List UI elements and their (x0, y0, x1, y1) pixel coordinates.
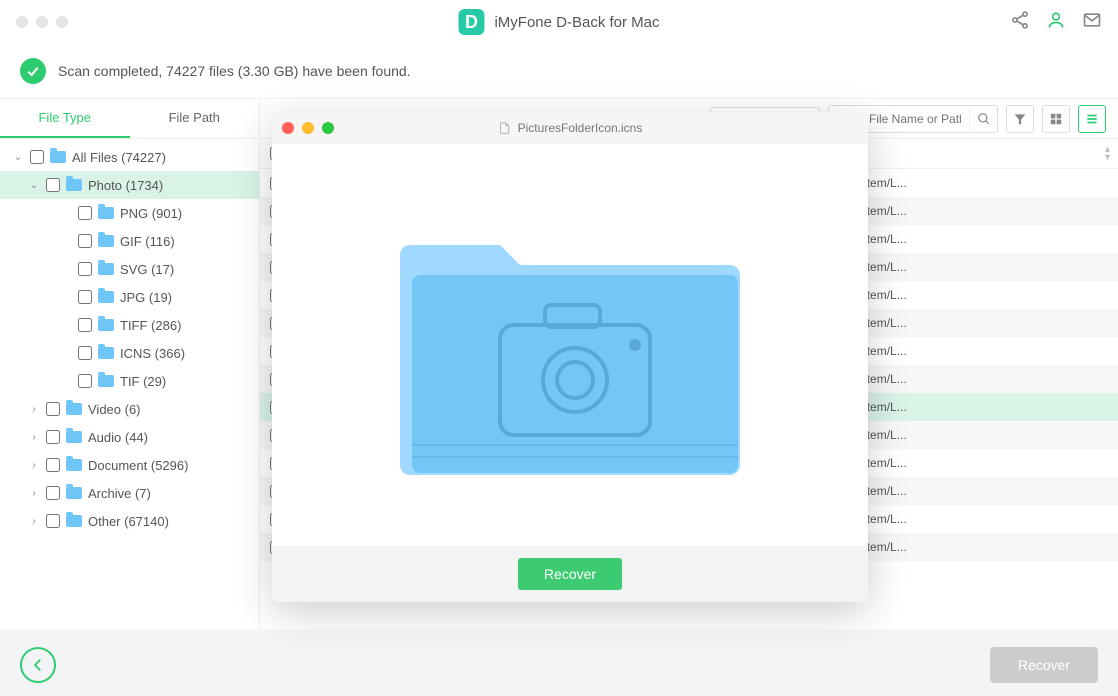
tree-label: SVG (17) (120, 262, 174, 277)
checkbox[interactable] (46, 458, 60, 472)
tree-other[interactable]: ›Other (67140) (0, 507, 259, 535)
tree-svg[interactable]: ›SVG (17) (0, 255, 259, 283)
tree-label: TIF (29) (120, 374, 166, 389)
checkbox[interactable] (46, 402, 60, 416)
checkbox[interactable] (78, 290, 92, 304)
tree-label: Document (5296) (88, 458, 188, 473)
status-bar: Scan completed, 74227 files (3.30 GB) ha… (0, 44, 1118, 99)
modal-filename: PicturesFolderIcon.icns (518, 121, 643, 135)
folder-icon (66, 179, 82, 191)
footer: Recover (0, 634, 1118, 696)
tree-label: PNG (901) (120, 206, 182, 221)
app-title-text: iMyFone D-Back for Mac (494, 14, 659, 31)
tree-icns[interactable]: ›ICNS (366) (0, 339, 259, 367)
tree-label: All Files (74227) (72, 150, 166, 165)
share-icon[interactable] (1010, 10, 1030, 35)
filter-icon[interactable] (1006, 105, 1034, 133)
folder-icon (98, 375, 114, 387)
tree-label: ICNS (366) (120, 346, 185, 361)
folder-icon (98, 263, 114, 275)
checkbox[interactable] (46, 430, 60, 444)
folder-icon (98, 291, 114, 303)
tree-label: Photo (1734) (88, 178, 163, 193)
success-check-icon (20, 58, 46, 84)
tree-png[interactable]: ›PNG (901) (0, 199, 259, 227)
tree-jpg[interactable]: ›JPG (19) (0, 283, 259, 311)
fullscreen-window-icon[interactable] (56, 16, 68, 28)
tree-label: TIFF (286) (120, 318, 181, 333)
tree-label: GIF (116) (120, 234, 175, 249)
checkbox[interactable] (78, 374, 92, 388)
status-text: Scan completed, 74227 files (3.30 GB) ha… (58, 63, 411, 79)
tree-tif[interactable]: ›TIF (29) (0, 367, 259, 395)
file-icon (498, 121, 512, 135)
tree-label: Other (67140) (88, 514, 169, 529)
checkbox[interactable] (78, 234, 92, 248)
tree-label: JPG (19) (120, 290, 172, 305)
tree-label: Video (6) (88, 402, 141, 417)
folder-icon (98, 319, 114, 331)
tree-gif[interactable]: ›GIF (116) (0, 227, 259, 255)
file-tree: ⌄All Files (74227) ⌄Photo (1734) ›PNG (9… (0, 139, 259, 629)
folder-icon (66, 459, 82, 471)
folder-icon (98, 347, 114, 359)
tab-file-path[interactable]: File Path (130, 99, 260, 138)
close-window-icon[interactable] (16, 16, 28, 28)
folder-icon (66, 403, 82, 415)
folder-icon (98, 235, 114, 247)
tree-label: Audio (44) (88, 430, 148, 445)
tree-audio[interactable]: ›Audio (44) (0, 423, 259, 451)
list-view-icon[interactable] (1078, 105, 1106, 133)
folder-icon (66, 431, 82, 443)
recover-button-footer[interactable]: Recover (990, 647, 1098, 683)
modal-footer: Recover (272, 546, 868, 602)
pictures-folder-icon (390, 195, 750, 495)
modal-titlebar: PicturesFolderIcon.icns (272, 112, 868, 144)
checkbox[interactable] (46, 178, 60, 192)
modal-title: PicturesFolderIcon.icns (498, 121, 643, 135)
checkbox[interactable] (78, 206, 92, 220)
app-logo-icon: D (458, 9, 484, 35)
checkbox[interactable] (46, 486, 60, 500)
sidebar-tabs: File Type File Path (0, 99, 259, 139)
tab-file-type[interactable]: File Type (0, 99, 130, 138)
titlebar: D iMyFone D-Back for Mac (0, 0, 1118, 44)
search-icon[interactable] (969, 105, 997, 133)
minimize-window-icon[interactable] (36, 16, 48, 28)
checkbox[interactable] (46, 514, 60, 528)
modal-close-icon[interactable] (282, 122, 294, 134)
grid-view-icon[interactable] (1042, 105, 1070, 133)
checkbox[interactable] (78, 318, 92, 332)
traffic-lights (16, 16, 68, 28)
recover-button-modal[interactable]: Recover (518, 558, 622, 590)
user-icon[interactable] (1046, 10, 1066, 35)
checkbox[interactable] (78, 346, 92, 360)
tree-video[interactable]: ›Video (6) (0, 395, 259, 423)
checkbox[interactable] (30, 150, 44, 164)
modal-minimize-icon[interactable] (302, 122, 314, 134)
tree-all-files[interactable]: ⌄All Files (74227) (0, 143, 259, 171)
sort-icon: ▴▾ (1105, 146, 1110, 162)
tree-tiff[interactable]: ›TIFF (286) (0, 311, 259, 339)
modal-fullscreen-icon[interactable] (322, 122, 334, 134)
checkbox[interactable] (78, 262, 92, 276)
tree-label: Archive (7) (88, 486, 151, 501)
mail-icon[interactable] (1082, 10, 1102, 35)
tree-photo[interactable]: ⌄Photo (1734) (0, 171, 259, 199)
folder-icon (66, 515, 82, 527)
tree-document[interactable]: ›Document (5296) (0, 451, 259, 479)
app-title: D iMyFone D-Back for Mac (458, 9, 659, 35)
preview-image (272, 144, 868, 546)
preview-modal: PicturesFolderIcon.icns Recover (272, 112, 868, 602)
back-button[interactable] (20, 647, 56, 683)
folder-icon (66, 487, 82, 499)
tree-archive[interactable]: ›Archive (7) (0, 479, 259, 507)
sidebar: File Type File Path ⌄All Files (74227) ⌄… (0, 99, 260, 629)
folder-icon (50, 151, 66, 163)
folder-icon (98, 207, 114, 219)
